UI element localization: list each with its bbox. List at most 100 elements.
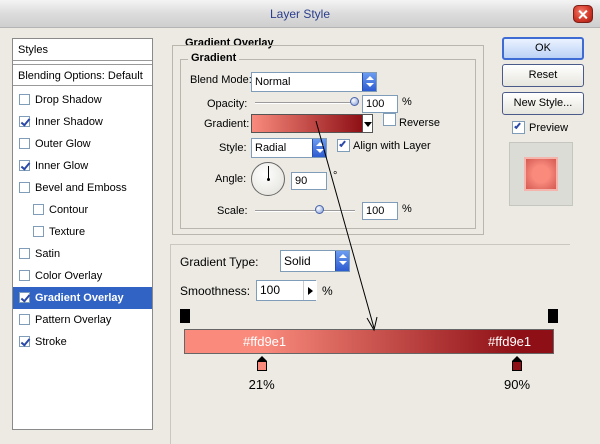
- style-checkbox[interactable]: [19, 314, 30, 325]
- right-color-label: #ffd9e1: [488, 334, 532, 349]
- style-item-gradient-overlay[interactable]: Gradient Overlay: [13, 287, 152, 309]
- right-stop-location: 90%: [503, 377, 531, 392]
- checkmark-icon: [339, 139, 346, 148]
- style-checkbox[interactable]: [19, 248, 30, 259]
- smoothness-percent: %: [322, 284, 333, 298]
- style-item-drop-shadow[interactable]: Drop Shadow: [13, 89, 152, 111]
- triangle-down-icon: [364, 122, 372, 127]
- gradient-picker[interactable]: [251, 114, 363, 133]
- style-item-label: Texture: [49, 226, 86, 238]
- style-item-inner-shadow[interactable]: Inner Shadow: [13, 111, 152, 133]
- chevron-updown-icon: [312, 139, 326, 157]
- checkmark-icon: [514, 121, 521, 130]
- style-item-outer-glow[interactable]: Outer Glow: [13, 133, 152, 155]
- smoothness-label: Smoothness:: [180, 284, 251, 298]
- scale-percent: %: [402, 203, 412, 215]
- preview-label: Preview: [529, 122, 569, 134]
- color-stop-left[interactable]: [256, 356, 267, 372]
- degree-symbol: °: [333, 170, 338, 182]
- blend-mode-value: Normal: [255, 76, 291, 88]
- style-item-label: Color Overlay: [35, 270, 103, 282]
- style-checkbox[interactable]: [19, 94, 30, 105]
- style-item-pattern-overlay[interactable]: Pattern Overlay: [13, 309, 152, 331]
- style-checkbox[interactable]: [19, 116, 30, 127]
- reverse-checkbox[interactable]: [383, 113, 396, 126]
- style-checkbox[interactable]: [19, 160, 30, 171]
- opacity-stop-left[interactable]: [180, 309, 190, 323]
- smoothness-value: 100: [260, 283, 281, 297]
- chevron-updown-icon: [362, 73, 376, 91]
- style-label: Style:: [219, 142, 247, 154]
- triangle-right-icon: [308, 287, 313, 295]
- style-item-satin[interactable]: Satin: [13, 243, 152, 265]
- preview-thumbnail: [509, 142, 573, 206]
- new-style-button[interactable]: New Style...: [502, 92, 584, 115]
- style-checkbox[interactable]: [33, 204, 44, 215]
- align-with-layer-checkbox[interactable]: [337, 139, 350, 152]
- left-stop-location: 21%: [248, 377, 275, 392]
- blend-mode-label: Blend Mode:: [190, 74, 252, 86]
- opacity-slider-track[interactable]: [255, 102, 355, 104]
- gradient-type-label: Gradient Type:: [180, 255, 259, 269]
- ok-button[interactable]: OK: [502, 37, 584, 60]
- styles-list: Styles Blending Options: Default Drop Sh…: [12, 38, 153, 430]
- preview-swatch: [524, 157, 558, 191]
- align-with-layer-label: Align with Layer: [353, 140, 431, 152]
- gradient-type-select[interactable]: Solid: [280, 250, 350, 272]
- style-checkbox[interactable]: [19, 182, 30, 193]
- style-item-label: Inner Shadow: [35, 116, 103, 128]
- left-color-label: #ffd9e1: [243, 334, 287, 349]
- reverse-label: Reverse: [399, 117, 440, 129]
- gradient-label: Gradient:: [204, 118, 250, 130]
- blend-mode-select[interactable]: Normal: [251, 72, 377, 92]
- style-item-inner-glow[interactable]: Inner Glow: [13, 155, 152, 177]
- scale-input[interactable]: 100: [362, 202, 398, 220]
- opacity-label: Opacity:: [207, 98, 248, 110]
- preview-checkbox[interactable]: [512, 121, 525, 134]
- stop-swatch: [256, 361, 267, 371]
- reset-button[interactable]: Reset: [502, 64, 584, 87]
- gradient-dropdown[interactable]: [362, 114, 373, 133]
- styles-header[interactable]: Styles: [13, 39, 152, 61]
- style-item-contour[interactable]: Contour: [13, 199, 152, 221]
- style-item-label: Contour: [49, 204, 89, 216]
- style-checkbox[interactable]: [19, 336, 30, 347]
- style-item-label: Drop Shadow: [35, 94, 102, 106]
- scale-slider-thumb[interactable]: [315, 205, 324, 214]
- style-item-label: Outer Glow: [35, 138, 91, 150]
- opacity-input[interactable]: 100: [362, 95, 398, 113]
- opacity-stop-right[interactable]: [548, 309, 558, 323]
- color-stop-right[interactable]: [512, 356, 522, 372]
- angle-dial[interactable]: [251, 162, 285, 196]
- chevron-updown-icon: [335, 251, 349, 271]
- opacity-slider-thumb[interactable]: [350, 97, 359, 106]
- close-icon[interactable]: [573, 5, 593, 23]
- blending-options-item[interactable]: Blending Options: Default: [13, 64, 152, 86]
- style-checkbox[interactable]: [19, 270, 30, 281]
- scale-slider-track[interactable]: [255, 210, 355, 212]
- style-checkbox[interactable]: [19, 138, 30, 149]
- style-item-color-overlay[interactable]: Color Overlay: [13, 265, 152, 287]
- style-checkbox[interactable]: [33, 226, 44, 237]
- style-item-stroke[interactable]: Stroke: [13, 331, 152, 353]
- scale-label: Scale:: [217, 205, 248, 217]
- style-checkbox[interactable]: [19, 292, 30, 303]
- gradient-group-title: Gradient: [188, 52, 240, 64]
- angle-label: Angle:: [215, 173, 247, 185]
- style-item-bevel-and-emboss[interactable]: Bevel and Emboss: [13, 177, 152, 199]
- stop-swatch: [512, 361, 522, 371]
- angle-input[interactable]: 90: [291, 172, 327, 190]
- opacity-percent: %: [402, 96, 412, 108]
- smoothness-arrow[interactable]: [303, 281, 317, 300]
- style-item-texture[interactable]: Texture: [13, 221, 152, 243]
- style-value: Radial: [255, 142, 287, 154]
- angle-dial-center: [267, 178, 270, 181]
- style-item-label: Pattern Overlay: [35, 314, 112, 326]
- window-title: Layer Style: [269, 7, 331, 21]
- style-select[interactable]: Radial: [251, 138, 327, 158]
- style-item-label: Inner Glow: [35, 160, 89, 172]
- style-item-label: Bevel and Emboss: [35, 182, 127, 194]
- gradient-type-value: Solid: [284, 254, 311, 268]
- style-item-label: Satin: [35, 248, 61, 260]
- style-item-label: Stroke: [35, 336, 67, 348]
